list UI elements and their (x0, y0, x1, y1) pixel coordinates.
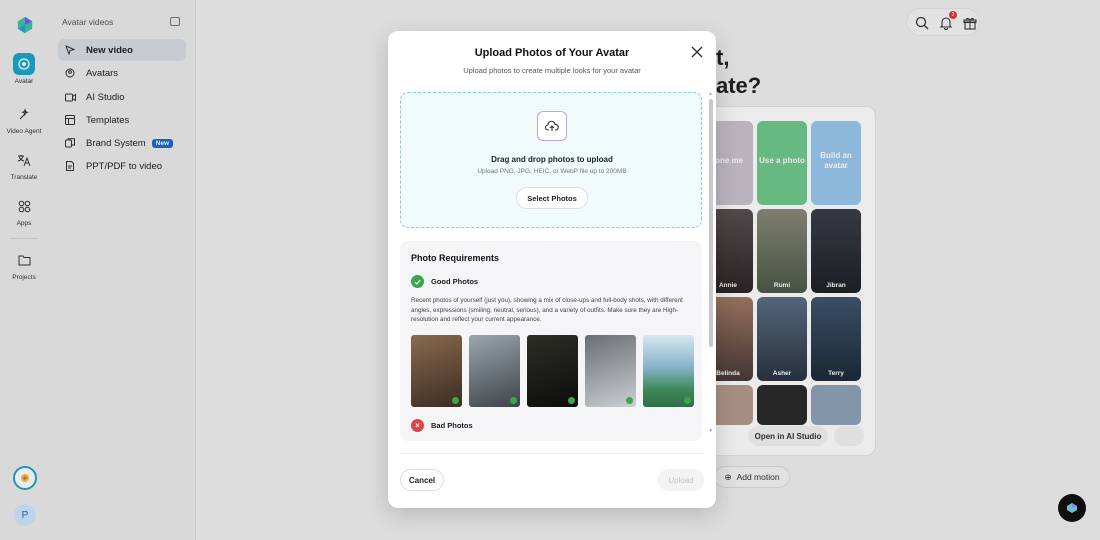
upload-cloud-icon (537, 111, 567, 141)
example-photo (469, 335, 520, 407)
check-icon (411, 275, 424, 288)
good-photos-heading: Good Photos (411, 275, 478, 288)
example-photo (643, 335, 694, 407)
bad-photos-heading: × Bad Photos (411, 419, 473, 432)
modal-scroll-area[interactable]: Drag and drop photos to upload Upload PN… (388, 89, 716, 453)
modal-subtitle: Upload photos to create multiple looks f… (463, 66, 641, 75)
scroll-up-arrow-icon[interactable]: ▲ (708, 91, 713, 97)
upload-button[interactable]: Upload (658, 469, 704, 491)
x-circle-icon: × (411, 419, 424, 432)
dropzone-title: Drag and drop photos to upload (491, 155, 613, 164)
check-icon (626, 397, 633, 404)
cancel-button[interactable]: Cancel (400, 469, 444, 491)
check-icon (452, 397, 459, 404)
scrollbar-thumb[interactable] (709, 99, 713, 347)
select-photos-button[interactable]: Select Photos (516, 187, 588, 209)
example-photo (585, 335, 636, 407)
good-photo-examples (411, 335, 695, 407)
example-photo (527, 335, 578, 407)
scroll-down-arrow-icon[interactable]: ▼ (708, 428, 713, 434)
good-photos-description: Recent photos of yourself (just you), sh… (411, 297, 683, 324)
good-photos-label: Good Photos (431, 277, 479, 286)
photo-requirements: Photo Requirements Good Photos Recent ph… (400, 241, 702, 441)
dropzone-subtitle: Upload PNG, JPG, HEIC, or WebP file up t… (477, 168, 627, 175)
bad-photos-label: Bad Photos (431, 421, 473, 430)
close-icon[interactable] (690, 45, 704, 59)
example-photo (411, 335, 462, 407)
upload-photos-modal: Upload Photos of Your Avatar Upload phot… (388, 31, 716, 508)
photo-dropzone[interactable]: Drag and drop photos to upload Upload PN… (400, 92, 702, 228)
modal-title: Upload Photos of Your Avatar (474, 47, 630, 59)
modal-footer-divider (400, 453, 704, 454)
check-icon (684, 397, 691, 404)
check-icon (510, 397, 517, 404)
requirements-title: Photo Requirements (411, 253, 500, 263)
check-icon (568, 397, 575, 404)
